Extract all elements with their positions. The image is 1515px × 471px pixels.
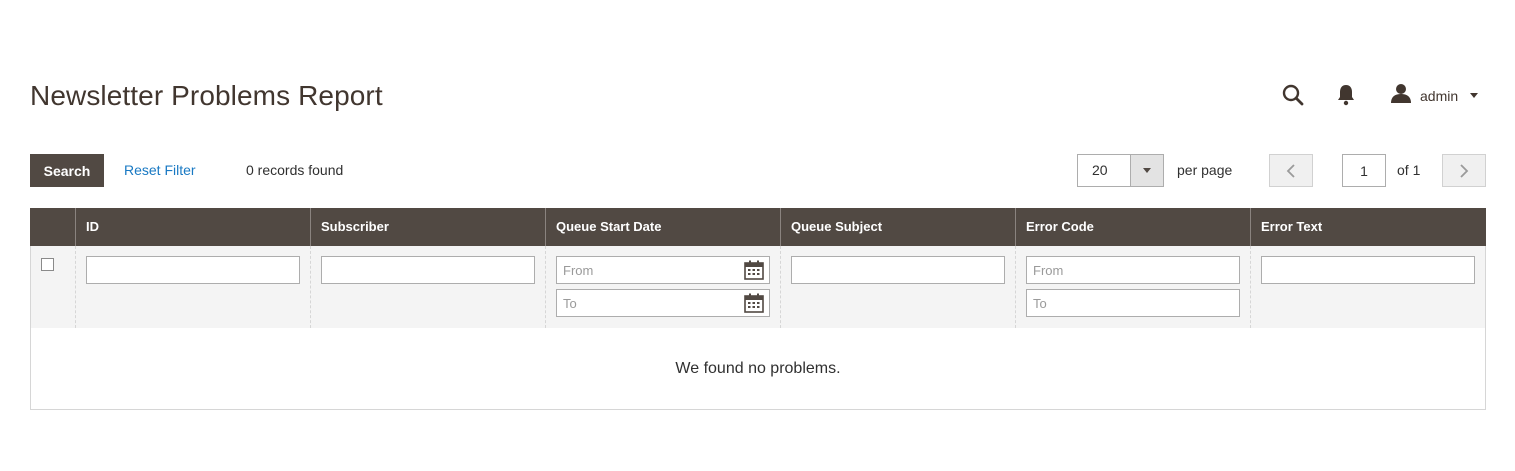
search-button[interactable]: Search bbox=[30, 154, 104, 187]
page-total: of 1 bbox=[1397, 162, 1421, 178]
per-page-value: 20 bbox=[1092, 162, 1108, 178]
user-icon bbox=[1390, 83, 1412, 108]
grid-header-row: ID Subscriber Queue Start Date Queue Sub… bbox=[30, 208, 1486, 246]
previous-page-button[interactable] bbox=[1269, 154, 1313, 187]
column-header-error-code[interactable]: Error Code bbox=[1015, 208, 1250, 246]
problems-grid: ID Subscriber Queue Start Date Queue Sub… bbox=[30, 208, 1486, 410]
filter-queue-subject-cell bbox=[780, 246, 1015, 328]
filter-date-from-input[interactable] bbox=[556, 256, 770, 284]
user-menu[interactable]: admin bbox=[1390, 83, 1479, 108]
search-icon[interactable] bbox=[1281, 83, 1305, 107]
column-header-error-text[interactable]: Error Text bbox=[1250, 208, 1486, 246]
filter-error-text-cell bbox=[1250, 246, 1485, 328]
column-header-queue-subject[interactable]: Queue Subject bbox=[780, 208, 1015, 246]
column-header-queue-start-date[interactable]: Queue Start Date bbox=[545, 208, 780, 246]
chevron-right-icon bbox=[1460, 163, 1469, 178]
filter-select-cell bbox=[31, 246, 75, 328]
column-header-select bbox=[30, 208, 75, 246]
column-header-id[interactable]: ID bbox=[75, 208, 310, 246]
filter-subscriber-input[interactable] bbox=[321, 256, 535, 284]
filter-id-input[interactable] bbox=[86, 256, 300, 284]
user-name: admin bbox=[1420, 87, 1459, 104]
filter-queue-subject-input[interactable] bbox=[791, 256, 1005, 284]
filter-error-code-to-input[interactable] bbox=[1026, 289, 1240, 317]
current-page-input[interactable] bbox=[1342, 154, 1386, 187]
records-count: 0 records found bbox=[246, 162, 344, 178]
chevron-down-icon bbox=[1470, 93, 1479, 98]
chevron-down-icon bbox=[1143, 168, 1151, 173]
filter-error-text-input[interactable] bbox=[1261, 256, 1475, 284]
filter-id-cell bbox=[75, 246, 310, 328]
bell-icon[interactable] bbox=[1336, 84, 1356, 106]
calendar-icon[interactable] bbox=[744, 293, 764, 313]
per-page-label: per page bbox=[1177, 162, 1233, 178]
per-page-select[interactable]: 20 bbox=[1077, 154, 1164, 187]
next-page-button[interactable] bbox=[1442, 154, 1486, 187]
column-header-subscriber[interactable]: Subscriber bbox=[310, 208, 545, 246]
chevron-left-icon bbox=[1286, 163, 1295, 178]
reset-filter-link[interactable]: Reset Filter bbox=[124, 162, 196, 178]
filter-row bbox=[30, 246, 1486, 328]
per-page-toggle[interactable] bbox=[1130, 155, 1163, 186]
filter-error-code-cell bbox=[1015, 246, 1250, 328]
filter-queue-start-date-cell bbox=[545, 246, 780, 328]
filter-error-code-from-input[interactable] bbox=[1026, 256, 1240, 284]
grid-toolbar: Search Reset Filter 0 records found 20 p… bbox=[30, 154, 1486, 187]
calendar-icon[interactable] bbox=[744, 260, 764, 280]
filter-subscriber-cell bbox=[310, 246, 545, 328]
empty-message: We found no problems. bbox=[30, 328, 1486, 410]
select-all-checkbox[interactable] bbox=[41, 258, 54, 271]
page-title: Newsletter Problems Report bbox=[30, 80, 383, 111]
filter-date-to-input[interactable] bbox=[556, 289, 770, 317]
